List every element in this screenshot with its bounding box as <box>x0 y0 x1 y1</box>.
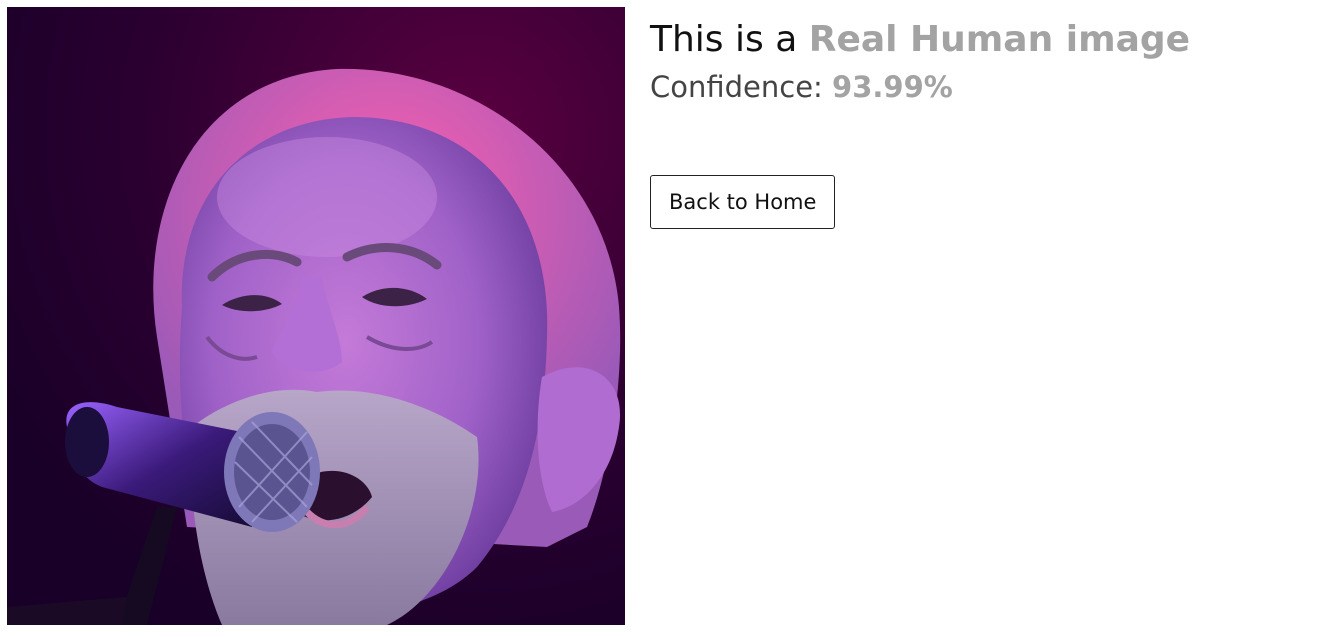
result-panel: This is a Real Human image Confidence: 9… <box>650 18 1190 229</box>
verdict-heading: This is a Real Human image <box>650 18 1190 62</box>
result-page: This is a Real Human image Confidence: 9… <box>0 0 1330 637</box>
confidence-line: Confidence: 93.99% <box>650 68 1190 106</box>
verdict-prefix: This is a <box>650 19 809 60</box>
confidence-prefix: Confidence: <box>650 70 833 104</box>
confidence-value: 93.99% <box>832 70 953 104</box>
back-to-home-button[interactable]: Back to Home <box>650 175 836 229</box>
analyzed-photo <box>7 7 625 625</box>
singer-portrait-image <box>7 7 625 625</box>
verdict-label: Real Human image <box>808 19 1191 60</box>
